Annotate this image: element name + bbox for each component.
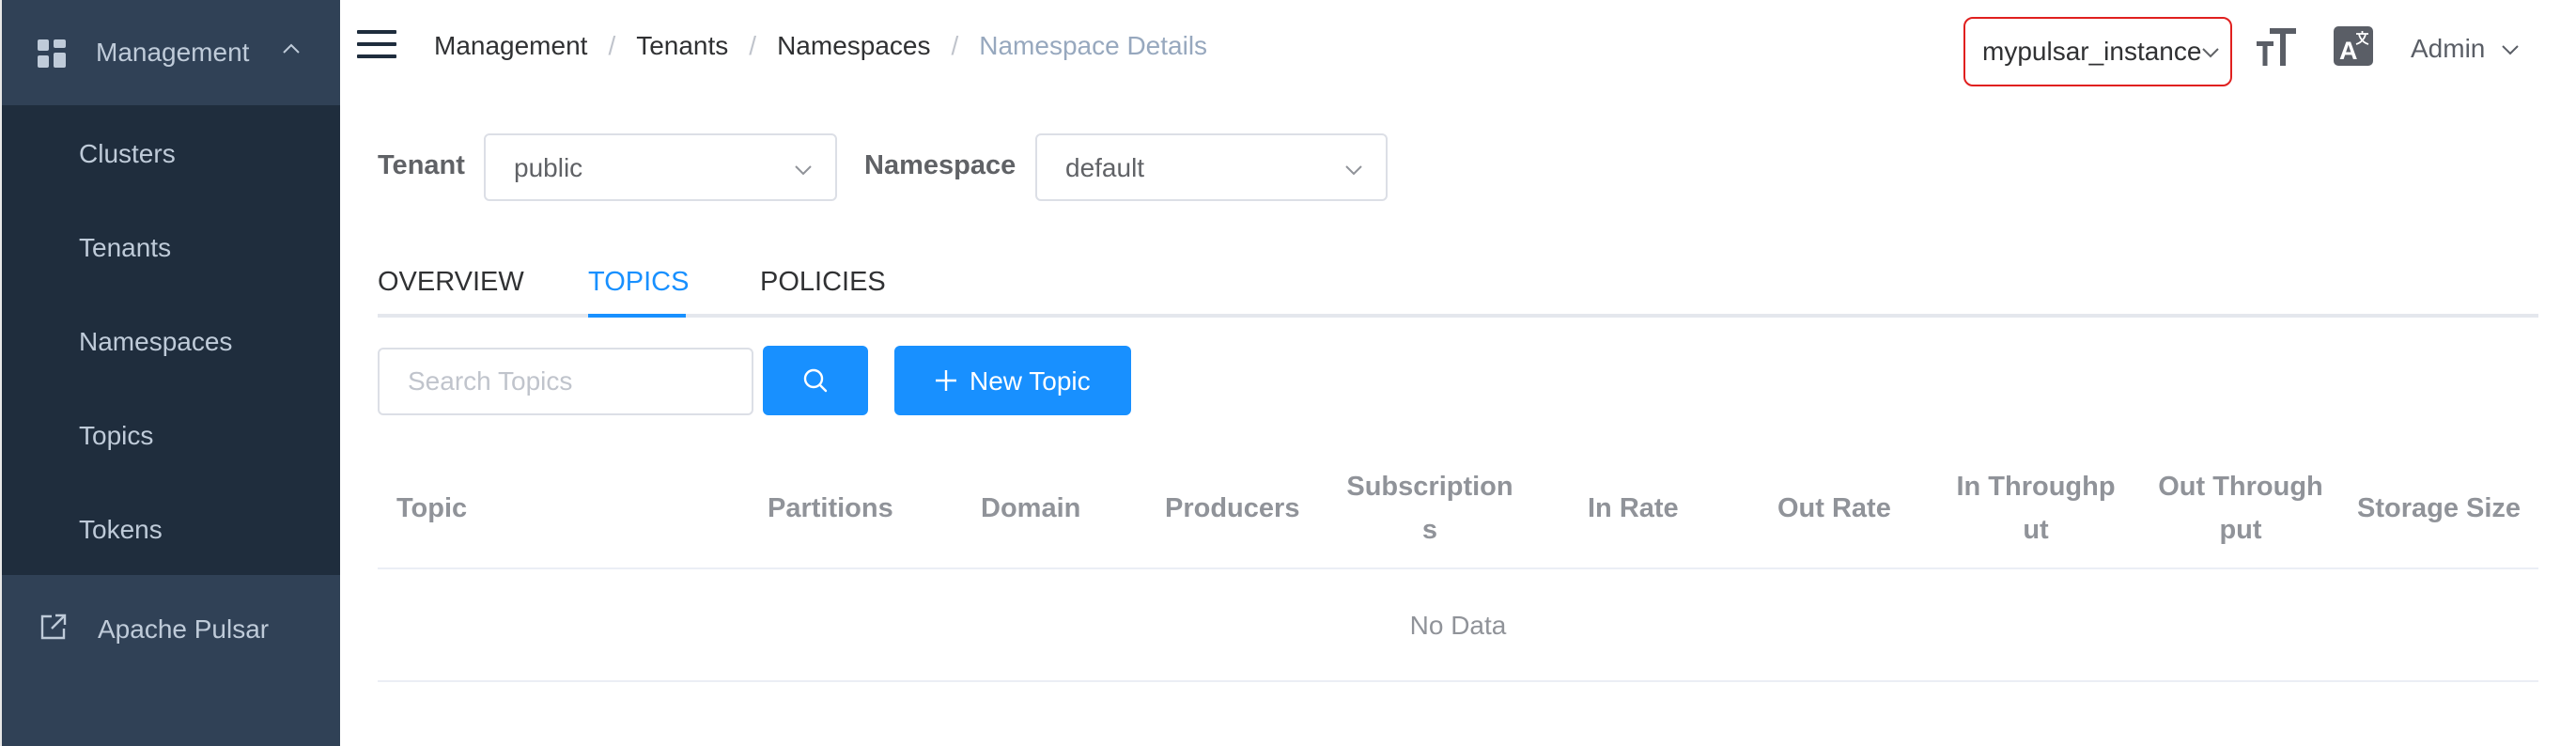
sidebar-group-management[interactable]: Management [2,0,340,105]
namespace-select[interactable]: default [1035,133,1388,201]
sidebar-group-label: Management [96,38,250,67]
breadcrumb-management[interactable]: Management [434,31,587,61]
table-empty-state: No Data [378,569,2538,682]
breadcrumb-separator: / [951,31,959,60]
active-tab-indicator [588,314,686,318]
sidebar-item-label: Topics [79,421,154,450]
sidebar-item-label: Clusters [79,139,176,168]
column-header-domain[interactable]: Domain [981,487,1080,530]
app: Management Clusters Tenants Namespaces T… [0,0,2576,746]
instance-select[interactable]: mypulsar_instance [1963,17,2232,86]
column-header-in-rate[interactable]: In Rate [1588,487,1679,530]
column-header-topic[interactable]: Topic [396,487,467,530]
breadcrumb-tenants[interactable]: Tenants [636,31,728,61]
namespace-select-value: default [1065,153,1145,182]
sidebar-item-topics[interactable]: Topics [2,387,340,481]
tabs-divider [378,314,2538,318]
chevron-down-icon [1345,165,1362,176]
sidebar-item-label: Tokens [79,515,163,544]
search-button[interactable] [763,346,868,415]
column-header-in-throughput[interactable]: In Throughp ut [1942,465,2130,552]
table-header: Topic Partitions Domain Producers Subscr… [378,451,2538,569]
breadcrumb-separator: / [749,31,757,60]
chevron-down-icon [795,165,812,176]
sidebar-item-apache-pulsar[interactable]: Apache Pulsar [2,583,340,680]
column-header-subscriptions[interactable]: Subscription s [1336,465,1524,552]
column-header-storage-size[interactable]: Storage Size [2357,487,2521,530]
tab-topics[interactable]: TOPICS [588,267,689,298]
user-name: Admin [2411,34,2486,63]
tenant-label: Tenant [378,150,465,180]
sidebar-item-label: Namespaces [79,327,233,356]
column-header-partitions[interactable]: Partitions [768,487,893,530]
sidebar-submenu: Clusters Tenants Namespaces Topics Token… [2,105,340,575]
chevron-up-icon [283,43,300,54]
column-header-out-throughput[interactable]: Out Through put [2142,465,2339,552]
namespace-label: Namespace [864,150,1016,180]
text-size-icon[interactable] [2257,26,2298,68]
grid-icon [38,39,66,68]
empty-text: No Data [1409,611,1507,640]
tabs: OVERVIEW TOPICS POLICIES [378,256,2538,318]
tenant-select[interactable]: public [484,133,837,201]
search-icon [803,368,828,393]
sidebar-item-tokens[interactable]: Tokens [2,481,340,575]
tab-overview[interactable]: OVERVIEW [378,267,524,298]
sidebar-item-tenants[interactable]: Tenants [2,199,340,293]
plus-icon [936,370,956,391]
instance-select-value: mypulsar_instance [1982,37,2202,66]
chevron-down-icon [2202,48,2219,58]
sidebar-item-label: Apache Pulsar [98,614,270,644]
new-topic-button[interactable]: New Topic [894,346,1131,415]
tenant-select-value: public [514,153,583,182]
breadcrumb-separator: / [608,31,616,60]
chevron-down-icon [2502,45,2519,55]
sidebar-item-clusters[interactable]: Clusters [2,105,340,199]
column-header-producers[interactable]: Producers [1165,487,1299,530]
breadcrumb: Management / Tenants / Namespaces / Name… [434,31,1207,61]
sidebar-item-label: Tenants [79,233,172,262]
sidebar-item-namespaces[interactable]: Namespaces [2,293,340,387]
external-link-icon [40,614,67,640]
language-icon[interactable]: A [2334,26,2373,66]
hamburger-menu-icon[interactable] [357,28,396,60]
tab-policies[interactable]: POLICIES [760,267,886,298]
column-header-out-rate[interactable]: Out Rate [1777,487,1891,530]
svg-text:A: A [2339,37,2358,65]
user-menu[interactable]: Admin [2411,34,2519,64]
search-topics-input[interactable] [378,348,753,415]
sidebar: Management Clusters Tenants Namespaces T… [0,0,340,746]
new-topic-label: New Topic [970,366,1091,396]
breadcrumb-current-page: Namespace Details [979,31,1208,60]
breadcrumb-namespaces[interactable]: Namespaces [777,31,930,61]
